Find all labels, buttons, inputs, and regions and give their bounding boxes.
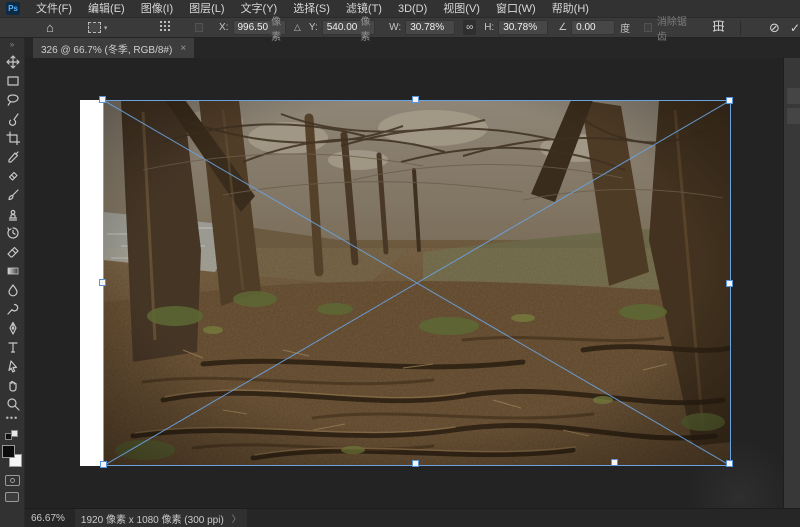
history-brush-tool[interactable] xyxy=(0,223,25,242)
warp-mode-toggle-icon[interactable] xyxy=(711,20,726,36)
handle-top-right[interactable] xyxy=(726,97,733,104)
blur-tool[interactable] xyxy=(0,280,25,299)
y-position-label: Y: xyxy=(309,22,318,33)
zoom-tool[interactable] xyxy=(0,394,25,413)
eyedropper-tool[interactable] xyxy=(0,147,25,166)
clone-stamp-tool[interactable] xyxy=(0,204,25,223)
close-icon[interactable]: × xyxy=(180,43,186,54)
handle-bottom-center[interactable] xyxy=(412,460,419,467)
handle-bottom-left[interactable] xyxy=(100,461,107,468)
document-tab[interactable]: 326 @ 66.7% (冬季, RGB/8#) × xyxy=(33,38,194,58)
transform-options-bar: ⌂ ▾ X: 996.50 像素 △ Y: 540.00 像素 W: xyxy=(0,18,800,38)
chevron-down-icon: ▾ xyxy=(104,24,108,32)
spot-healing-brush-tool[interactable] xyxy=(0,166,25,185)
cancel-transform-button[interactable]: ⊘ xyxy=(769,20,780,36)
width-value: 30.78% xyxy=(410,22,444,33)
pen-tool[interactable] xyxy=(0,318,25,337)
menu-bar-items: 文件(F)编辑(E)图像(I)图层(L)文字(Y)选择(S)滤镜(T)3D(D)… xyxy=(28,0,597,18)
x-position-label: X: xyxy=(219,22,228,33)
type-tool[interactable] xyxy=(0,337,25,356)
swap-colors-icon[interactable] xyxy=(5,430,19,441)
collapsed-panel-icon[interactable] xyxy=(787,108,800,124)
menu-item-9[interactable]: 窗口(W) xyxy=(488,0,544,18)
y-position-unit: 像素 xyxy=(360,13,370,43)
menu-item-0[interactable]: 文件(F) xyxy=(28,0,80,18)
menu-item-1[interactable]: 编辑(E) xyxy=(80,0,133,18)
menu-item-5[interactable]: 选择(S) xyxy=(285,0,338,18)
commit-transform-button[interactable]: ✓ xyxy=(790,21,800,35)
menu-item-10[interactable]: 帮助(H) xyxy=(544,0,597,18)
width-field[interactable]: 30.78% xyxy=(405,20,455,35)
color-swatches[interactable] xyxy=(2,445,22,469)
dodge-tool[interactable] xyxy=(0,299,25,318)
rotation-angle-value: 0.00 xyxy=(576,22,595,33)
panel-dock xyxy=(783,58,800,508)
tools-panel: » ••• xyxy=(0,38,25,527)
toolbar-collapse-icon[interactable]: » xyxy=(0,38,24,52)
handle-bottom-extra[interactable] xyxy=(611,459,618,466)
quick-selection-tool[interactable] xyxy=(0,109,25,128)
collapsed-panel-icon[interactable] xyxy=(787,88,800,104)
foreground-color-swatch[interactable] xyxy=(2,445,15,458)
canvas-pasteboard xyxy=(25,58,783,508)
path-selection-tool[interactable] xyxy=(0,356,25,375)
move-tool[interactable] xyxy=(0,52,25,71)
crop-tool[interactable] xyxy=(0,128,25,147)
relative-positioning-icon[interactable]: △ xyxy=(294,22,301,33)
gradient-tool[interactable] xyxy=(0,261,25,280)
y-position-field[interactable]: 540.00 像素 xyxy=(322,20,375,35)
document-tab-title: 326 @ 66.7% (冬季, RGB/8#) xyxy=(41,41,172,56)
link-dimensions-icon[interactable]: ∞ xyxy=(463,20,476,35)
hand-tool[interactable] xyxy=(0,375,25,394)
tool-preset-picker[interactable]: ▾ xyxy=(88,22,108,33)
edit-toolbar-icon[interactable]: ••• xyxy=(0,413,24,427)
height-label: H: xyxy=(484,22,494,33)
handle-top-center[interactable] xyxy=(412,96,419,103)
x-position-unit: 像素 xyxy=(271,13,281,43)
handle-middle-left[interactable] xyxy=(99,279,106,286)
width-label: W: xyxy=(389,22,401,33)
handle-top-left[interactable] xyxy=(99,96,106,103)
eraser-tool[interactable] xyxy=(0,242,25,261)
transform-outline xyxy=(103,100,731,466)
document-dimensions: 1920 像素 x 1080 像素 (300 ppi) xyxy=(81,511,224,526)
antialias-checkbox[interactable] xyxy=(644,23,652,32)
degrees-label: 度 xyxy=(620,20,630,35)
chevron-right-icon: 〉 xyxy=(232,512,241,525)
rotation-angle-field[interactable]: 0.00 xyxy=(571,20,615,35)
x-position-field[interactable]: 996.50 像素 xyxy=(233,20,286,35)
photoshop-window: Ps 文件(F)编辑(E)图像(I)图层(L)文字(Y)选择(S)滤镜(T)3D… xyxy=(0,0,800,527)
height-field[interactable]: 30.78% xyxy=(498,20,548,35)
height-value: 30.78% xyxy=(503,22,537,33)
tools-list xyxy=(0,52,24,413)
y-position-value: 540.00 xyxy=(327,22,358,33)
transform-tool-icon xyxy=(88,22,101,33)
menu-item-3[interactable]: 图层(L) xyxy=(181,0,232,18)
status-bar: 66.67% 1920 像素 x 1080 像素 (300 ppi) 〉 xyxy=(25,508,800,527)
document-info[interactable]: 1920 像素 x 1080 像素 (300 ppi) 〉 xyxy=(75,509,247,527)
rectangular-marquee-tool[interactable] xyxy=(0,71,25,90)
handle-middle-right[interactable] xyxy=(726,280,733,287)
zoom-level[interactable]: 66.67% xyxy=(31,513,65,524)
x-position-value: 996.50 xyxy=(238,22,269,33)
menu-item-7[interactable]: 3D(D) xyxy=(390,0,435,18)
menu-item-2[interactable]: 图像(I) xyxy=(133,0,181,18)
antialias-label: 消除锯齿 xyxy=(657,13,689,43)
brush-tool[interactable] xyxy=(0,185,25,204)
reference-point-grid-icon[interactable] xyxy=(159,20,171,35)
menu-item-8[interactable]: 视图(V) xyxy=(435,0,488,18)
home-icon[interactable]: ⌂ xyxy=(46,19,54,37)
rotation-angle-icon: ∠ xyxy=(558,22,567,33)
screen-mode-icon[interactable] xyxy=(5,492,19,502)
toggle-reference-point-checkbox[interactable] xyxy=(195,23,203,32)
handle-bottom-right[interactable] xyxy=(726,460,733,467)
photoshop-logo-icon: Ps xyxy=(6,2,20,15)
free-transform-box[interactable] xyxy=(103,100,731,466)
quick-mask-icon[interactable] xyxy=(5,475,20,486)
lasso-tool[interactable] xyxy=(0,90,25,109)
options-divider xyxy=(740,21,741,35)
